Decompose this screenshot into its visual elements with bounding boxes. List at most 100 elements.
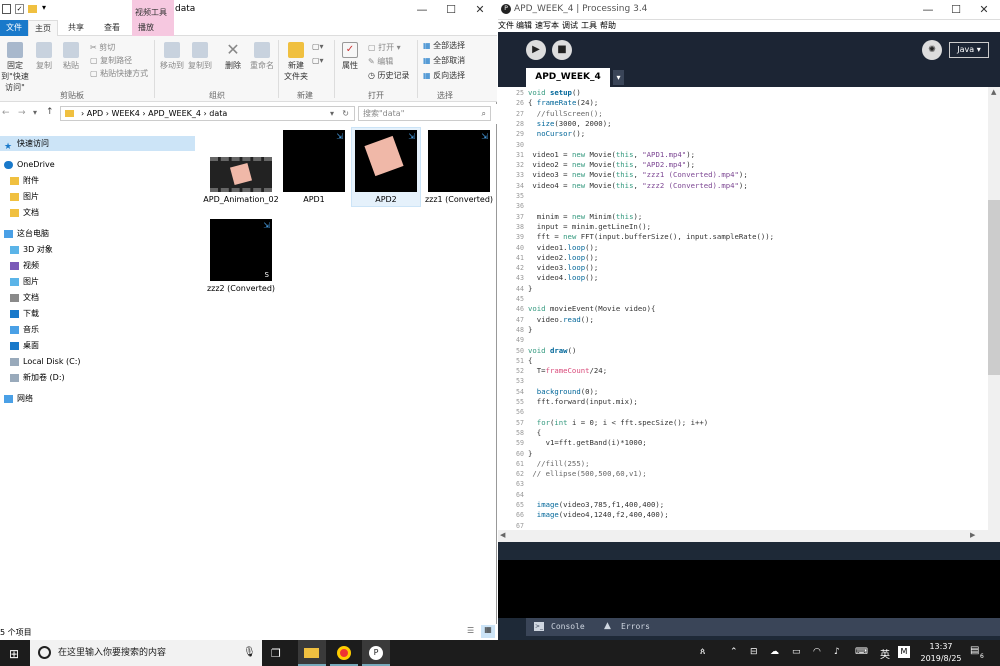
nav-3d-objects[interactable]: 3D 对象 xyxy=(10,242,53,257)
tab-file[interactable]: 文件 xyxy=(0,20,28,36)
address-bar[interactable]: › APD › WEEK4 › APD_WEEK_4 › data ▾ ↻ xyxy=(60,106,355,121)
tab-view[interactable]: 查看 xyxy=(98,20,126,36)
tab-apd-week-4[interactable]: APD_WEEK_4 xyxy=(526,68,610,87)
keyboard-icon[interactable]: ⌨ xyxy=(855,647,868,657)
nav-quick-access[interactable]: ★ 快速访问 xyxy=(4,136,49,152)
breadcrumb-apd-week-4[interactable]: APD_WEEK_4 xyxy=(148,109,201,118)
nav-onedrive-pictures[interactable]: 图片 xyxy=(10,189,39,204)
properties-button[interactable]: ✓ 属性 xyxy=(339,42,361,71)
edit-button[interactable]: ✎ 编辑 xyxy=(368,56,393,67)
nav-attachments[interactable]: 附件 xyxy=(10,173,39,188)
nav-music[interactable]: 音乐 xyxy=(10,322,39,337)
taskbar-processing-button[interactable]: P xyxy=(362,640,390,666)
copy-button[interactable]: 复制 xyxy=(33,42,55,71)
nav-downloads[interactable]: 下载 xyxy=(10,306,39,321)
menu-help[interactable]: 帮助 xyxy=(600,20,616,31)
open-button[interactable]: ▢ 打开 ▾ xyxy=(368,42,401,53)
windows-start-icon[interactable]: ⊞ xyxy=(9,647,19,661)
history-button[interactable]: ◷ 历史记录 xyxy=(368,70,410,81)
copy-to-button[interactable]: 复制到 xyxy=(186,42,214,71)
action-center-icon[interactable]: ▤ xyxy=(970,645,979,656)
tab-errors[interactable]: Errors xyxy=(621,622,650,631)
clock-date[interactable]: 2019/8/25 xyxy=(915,654,967,663)
microphone-icon[interactable]: 🎙 xyxy=(243,640,256,666)
run-button[interactable]: ▶ xyxy=(526,40,546,60)
tab-console[interactable]: Console xyxy=(551,622,585,631)
easy-access-icon[interactable]: ▢▾ xyxy=(312,56,324,65)
breadcrumb-week4[interactable]: WEEK4 xyxy=(112,109,140,118)
stop-button[interactable]: ■ xyxy=(552,40,572,60)
qat-dropdown-icon[interactable]: ▾ xyxy=(42,3,46,12)
back-arrow-icon[interactable]: ← xyxy=(2,108,10,118)
paste-button[interactable]: 粘贴 xyxy=(58,42,84,71)
show-hidden-icons-chevron-icon[interactable]: ⌃ xyxy=(730,647,738,657)
nav-pictures[interactable]: 图片 xyxy=(10,274,39,289)
nav-new-volume-d[interactable]: 新加卷 (D:) xyxy=(10,370,65,385)
taskbar-explorer-button[interactable] xyxy=(298,640,326,666)
large-icons-view-icon[interactable]: ▦ xyxy=(481,625,495,638)
tab-menu-arrow[interactable]: ▾ xyxy=(613,70,624,85)
forward-arrow-icon[interactable]: → xyxy=(18,108,26,118)
minimize-button[interactable]: — xyxy=(916,2,940,18)
breadcrumb-data[interactable]: data xyxy=(209,109,227,118)
invert-selection-button[interactable]: ▦ 反向选择 xyxy=(423,70,465,81)
new-item-icon[interactable]: ▢▾ xyxy=(312,42,324,51)
checkbox-icon[interactable]: ✓ xyxy=(15,4,24,14)
menu-sketch[interactable]: 速写本 xyxy=(535,20,559,31)
menu-tools[interactable]: 工具 xyxy=(581,20,597,31)
select-none-button[interactable]: ▦ 全部取消 xyxy=(423,55,465,66)
address-dropdown-icon[interactable]: ▾ xyxy=(330,107,334,120)
new-folder-button[interactable]: 新建 文件夹 xyxy=(282,42,310,82)
wifi-icon[interactable]: ◠ xyxy=(813,647,821,657)
maximize-button[interactable]: ☐ xyxy=(944,2,968,18)
menu-edit[interactable]: 编辑 xyxy=(516,20,532,31)
folder-icon[interactable] xyxy=(28,5,37,13)
menu-debug[interactable]: 调试 xyxy=(562,20,578,31)
nav-onedrive-documents[interactable]: 文档 xyxy=(10,205,39,220)
nav-network[interactable]: 网络 xyxy=(4,391,33,406)
debugger-button[interactable]: ✺ xyxy=(922,40,942,60)
code-editor[interactable]: 25 26 27 28 29 30 31 32 33 34 35 36 37 38 39 40 41 42 43 44… xyxy=(498,87,988,530)
nav-local-disk-c[interactable]: Local Disk (C:) xyxy=(10,354,81,369)
tab-share[interactable]: 共享 xyxy=(62,20,90,36)
close-button[interactable]: ✕ xyxy=(468,2,492,18)
scroll-left-arrow-icon[interactable]: ◀ xyxy=(500,531,505,539)
menu-file[interactable]: 文件 xyxy=(498,20,514,31)
tab-home[interactable]: 主页 xyxy=(28,20,58,36)
nav-desktop[interactable]: 桌面 xyxy=(10,338,39,353)
minimize-button[interactable]: — xyxy=(410,2,434,18)
scroll-right-arrow-icon[interactable]: ▶ xyxy=(970,531,975,539)
pin-quick-access-button[interactable]: 固定到"快速访问" xyxy=(0,42,30,93)
up-arrow-icon[interactable]: ↑ xyxy=(46,107,54,117)
refresh-icon[interactable]: ↻ xyxy=(342,107,349,120)
details-view-icon[interactable]: ☰ xyxy=(467,626,474,635)
volume-icon[interactable]: ♪ xyxy=(834,647,840,657)
close-button[interactable]: ✕ xyxy=(972,2,996,18)
horizontal-scrollbar[interactable]: ◀ ▶ xyxy=(498,530,1000,542)
mode-selector[interactable]: Java ▾ xyxy=(949,42,989,58)
battery-icon[interactable]: ▭ xyxy=(792,647,801,657)
search-input[interactable]: 搜索"data" ⌕ xyxy=(358,106,491,121)
nav-onedrive[interactable]: OneDrive xyxy=(4,157,55,172)
nav-videos[interactable]: 视频 xyxy=(10,258,39,273)
onedrive-cloud-icon[interactable]: ☁ xyxy=(770,647,779,657)
copy-path-button[interactable]: ▢ 复制路径 xyxy=(90,55,132,66)
move-to-button[interactable]: 移动到 xyxy=(158,42,186,71)
people-icon[interactable]: ጰ xyxy=(700,647,705,657)
tab-play[interactable]: 播放 xyxy=(132,20,174,36)
paste-shortcut-button[interactable]: ▢ 粘贴快捷方式 xyxy=(90,68,148,79)
breadcrumb-apd[interactable]: APD xyxy=(87,109,103,118)
taskbar-chrome-button[interactable] xyxy=(330,640,358,666)
nav-this-pc[interactable]: 这台电脑 xyxy=(4,226,49,241)
scroll-up-arrow-icon[interactable]: ▲ xyxy=(991,88,996,96)
recent-dropdown-icon[interactable]: ▾ xyxy=(33,108,37,117)
tray-app-icon[interactable]: ⊟ xyxy=(750,647,758,657)
ime-mode-icon[interactable]: M xyxy=(898,646,910,658)
scrollbar-thumb[interactable] xyxy=(988,200,1000,375)
delete-button[interactable]: ✕ 删除 xyxy=(220,42,246,71)
cut-button[interactable]: ✂ 剪切 xyxy=(90,42,115,53)
nav-documents[interactable]: 文档 xyxy=(10,290,39,305)
task-view-icon[interactable]: ❐ xyxy=(271,647,281,660)
ime-language[interactable]: 英 xyxy=(880,646,890,661)
select-all-button[interactable]: ▦ 全部选择 xyxy=(423,40,465,51)
